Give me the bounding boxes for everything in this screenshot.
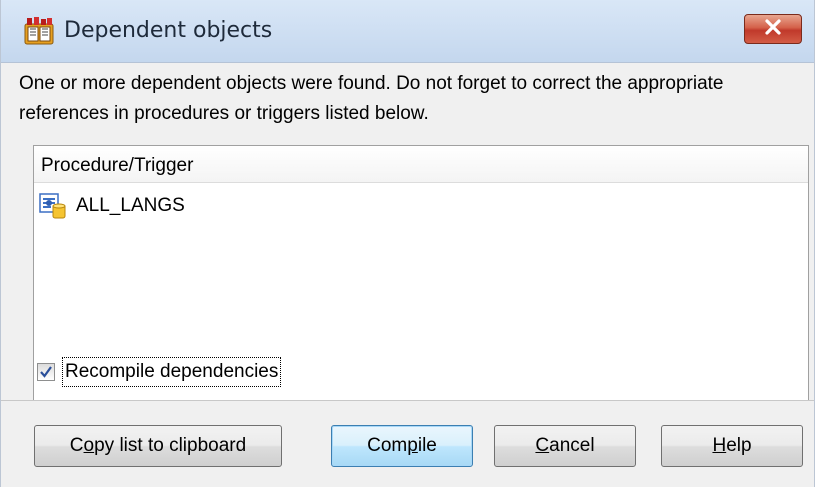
button-bar: Copy list to clipboard Compile Cancel He… bbox=[1, 401, 814, 487]
close-icon bbox=[763, 18, 783, 40]
column-header-label: Procedure/Trigger bbox=[41, 155, 194, 176]
info-message: One or more dependent objects were found… bbox=[19, 73, 724, 124]
copy-button-label: Copy list to clipboard bbox=[69, 435, 247, 456]
column-header-procedure-trigger[interactable]: Procedure/Trigger bbox=[34, 146, 808, 183]
compile-button[interactable]: Compile bbox=[331, 425, 473, 467]
procedure-icon bbox=[38, 192, 68, 220]
recompile-option[interactable]: Recompile dependencies bbox=[37, 355, 337, 389]
close-button[interactable] bbox=[744, 14, 802, 44]
copy-list-to-clipboard-button[interactable]: Copy list to clipboard bbox=[34, 425, 282, 467]
checkmark-icon bbox=[40, 366, 52, 378]
compile-button-label: Compile bbox=[367, 435, 437, 456]
recompile-checkbox[interactable] bbox=[37, 363, 55, 381]
help-button-label: Help bbox=[712, 435, 752, 456]
app-icon bbox=[23, 16, 55, 46]
title-bar[interactable]: Dependent objects bbox=[1, 0, 814, 63]
dependent-objects-dialog: Dependent objects One or more dependent … bbox=[0, 0, 815, 487]
list-item-label: ALL_LANGS bbox=[76, 195, 185, 216]
help-button[interactable]: Help bbox=[661, 425, 803, 467]
list-item[interactable]: ALL_LANGS bbox=[38, 192, 438, 222]
cancel-button[interactable]: Cancel bbox=[494, 425, 636, 467]
window-title: Dependent objects bbox=[64, 18, 273, 43]
recompile-label[interactable]: Recompile dependencies bbox=[62, 357, 282, 387]
dialog-body: One or more dependent objects were found… bbox=[1, 63, 814, 410]
cancel-button-label: Cancel bbox=[535, 435, 595, 456]
